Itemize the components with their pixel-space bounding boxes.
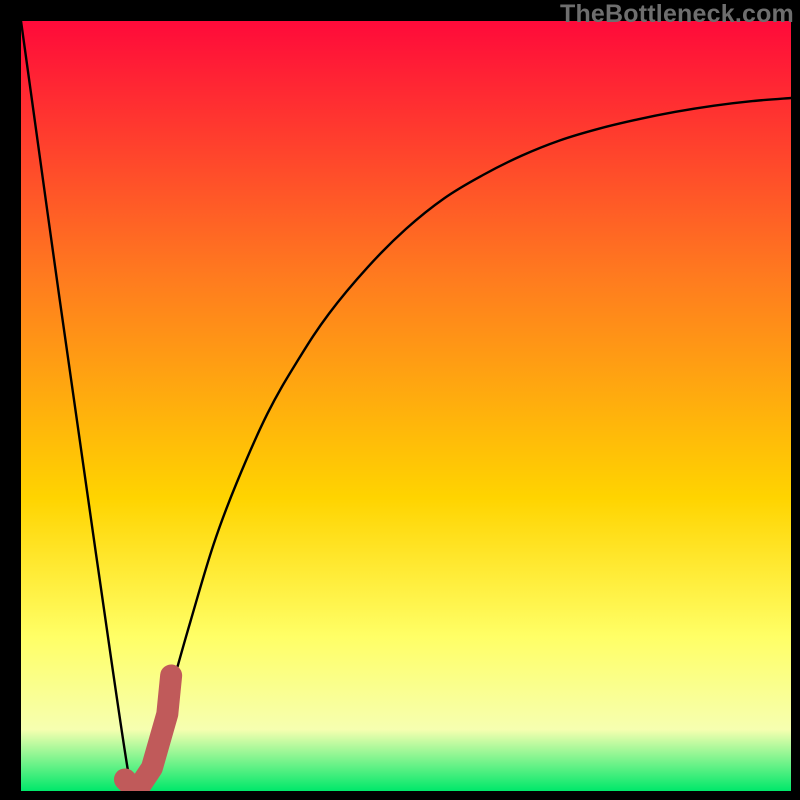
chart-svg xyxy=(21,21,791,791)
gradient-background xyxy=(21,21,791,791)
watermark-link[interactable]: TheBottleneck.com xyxy=(560,0,794,29)
chart-canvas: TheBottleneck.com xyxy=(0,0,800,800)
plot-area xyxy=(21,21,791,791)
